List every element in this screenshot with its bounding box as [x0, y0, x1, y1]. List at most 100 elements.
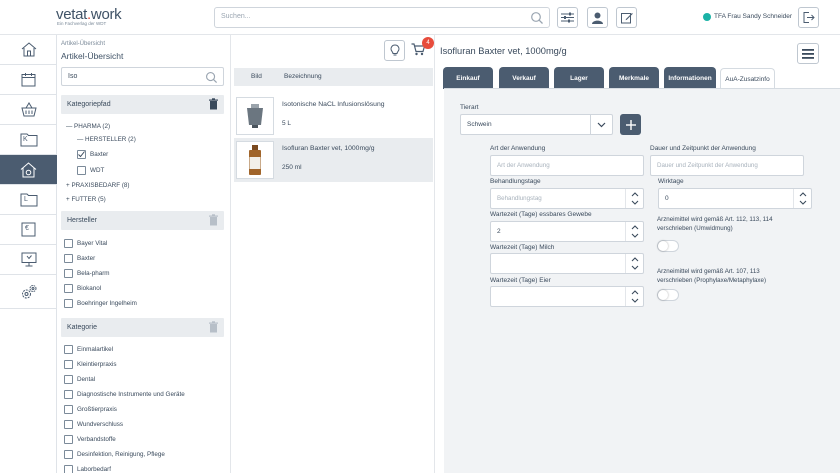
manufacturer-header: Hersteller: [61, 211, 224, 230]
checkbox-category[interactable]: [64, 450, 73, 459]
trash-icon[interactable]: [208, 321, 219, 333]
tab-verkauf[interactable]: Verkauf: [499, 67, 549, 89]
tab-aua-zusatzinfo[interactable]: AuA-Zusatzinfo: [720, 68, 775, 89]
logout-button[interactable]: [798, 7, 819, 28]
checkbox-category[interactable]: [64, 420, 73, 429]
effect-days-spinner[interactable]: [793, 189, 811, 208]
nav-finance[interactable]: €: [0, 215, 57, 245]
search-icon[interactable]: [530, 11, 544, 25]
application-input[interactable]: Art der Anwendung: [490, 155, 644, 176]
category-label: Kategorie: [67, 324, 97, 331]
species-dropdown-toggle[interactable]: [590, 115, 612, 134]
category-header: Kategorie: [61, 318, 224, 337]
article-filter-input[interactable]: Iso: [61, 67, 224, 86]
tab-einkauf[interactable]: Einkauf: [443, 67, 493, 89]
category-item: Verbandstoffe: [77, 436, 116, 443]
checkbox-manufacturer[interactable]: [64, 254, 73, 263]
article-detail-title: Isofluran Baxter vet, 1000mg/g: [440, 46, 567, 56]
checkbox-category[interactable]: [64, 390, 73, 399]
tab-lager[interactable]: Lager: [554, 67, 604, 89]
detail-menu-button[interactable]: [797, 43, 819, 64]
tab-merkmale[interactable]: Merkmale: [609, 67, 659, 89]
checkbox-category[interactable]: [64, 360, 73, 369]
manufacturer-item: Boehringer Ingelheim: [77, 300, 137, 307]
withdrawal-milk-stepper[interactable]: [490, 253, 644, 274]
repurpose-toggle[interactable]: [657, 240, 679, 252]
tab-informationen[interactable]: Informationen: [664, 67, 716, 89]
tree-node-futter[interactable]: + FUTTER (5): [66, 196, 106, 203]
tree-node-hersteller[interactable]: — HERSTELLER (2): [77, 136, 136, 143]
checkbox-category[interactable]: [64, 435, 73, 444]
nav-customers[interactable]: K: [0, 125, 57, 155]
effect-days-stepper[interactable]: 0: [658, 188, 812, 209]
chevron-down-icon[interactable]: [631, 233, 639, 238]
treatment-days-stepper[interactable]: Behandlungstag: [490, 188, 644, 209]
user-name[interactable]: TFA Frau Sandy Schneider: [714, 13, 792, 20]
withdrawal-eggs-spinner[interactable]: [625, 287, 643, 306]
chevron-up-icon[interactable]: [631, 257, 639, 262]
trash-icon[interactable]: [208, 214, 219, 226]
chevron-down-icon[interactable]: [631, 200, 639, 205]
search-icon[interactable]: [205, 71, 218, 84]
checkbox-category[interactable]: [64, 375, 73, 384]
legal-note-repurpose-line2: verschrieben (Umwidmung): [657, 225, 733, 232]
chevron-down-icon[interactable]: [631, 298, 639, 303]
category-item: Kleintierpraxis: [77, 361, 117, 368]
checkbox-category[interactable]: [64, 345, 73, 354]
application-label: Art der Anwendung: [490, 145, 546, 152]
nav-basket[interactable]: [0, 95, 57, 125]
column-name[interactable]: Bezeichnung: [284, 73, 322, 80]
checkbox-manufacturer[interactable]: [64, 284, 73, 293]
nav-customers-letter: K: [23, 136, 28, 143]
logout-icon: [803, 12, 815, 23]
tree-node-praxisbedarf[interactable]: + PRAXISBEDARF (8): [66, 182, 130, 189]
chevron-up-icon[interactable]: [631, 192, 639, 197]
checkbox-category[interactable]: [64, 405, 73, 414]
nav-monitor[interactable]: [0, 245, 57, 275]
checkbox-baxter[interactable]: [77, 150, 86, 159]
checkbox-manufacturer[interactable]: [64, 299, 73, 308]
checkbox-manufacturer[interactable]: [64, 239, 73, 248]
gears-icon: [21, 284, 36, 298]
withdrawal-eggs-stepper[interactable]: [490, 286, 644, 307]
checkbox-category[interactable]: [64, 465, 73, 473]
user-button[interactable]: [587, 7, 608, 28]
column-image[interactable]: Bild: [251, 73, 262, 80]
species-select[interactable]: Schwein: [460, 114, 613, 135]
tree-node-pharma[interactable]: — PHARMA (2): [66, 123, 110, 130]
legal-note-prophylaxis-line2: verschrieben (Prophylaxe/Metaphylaxe): [657, 277, 767, 284]
chevron-up-icon[interactable]: [631, 225, 639, 230]
withdrawal-meat-spinner[interactable]: [625, 222, 643, 241]
chevron-down-icon[interactable]: [631, 265, 639, 270]
nav-suppliers[interactable]: L: [0, 185, 57, 215]
nav-settings[interactable]: [0, 275, 57, 309]
chevron-down-icon[interactable]: [799, 200, 807, 205]
checkbox-manufacturer[interactable]: [64, 269, 73, 278]
add-species-button[interactable]: [620, 114, 641, 135]
chevron-up-icon[interactable]: [631, 290, 639, 295]
trash-icon[interactable]: [208, 98, 219, 110]
hint-button[interactable]: [384, 40, 405, 61]
manufacturer-item: Bayer Vital: [77, 240, 108, 247]
filter-settings-button[interactable]: [557, 7, 578, 28]
nav-articles[interactable]: [0, 155, 57, 185]
breadcrumb[interactable]: Artikel-Übersicht: [61, 41, 105, 47]
nav-calendar[interactable]: [0, 65, 57, 95]
toggle-knob: [658, 241, 668, 251]
edit-button[interactable]: [616, 7, 637, 28]
article-detail-panel: Isofluran Baxter vet, 1000mg/g Einkauf V…: [436, 35, 840, 473]
duration-input[interactable]: Dauer und Zeitpunkt der Anwendung: [650, 155, 804, 176]
prophylaxis-toggle[interactable]: [657, 289, 679, 301]
chevron-up-icon[interactable]: [799, 192, 807, 197]
checkbox-wdt[interactable]: [77, 166, 86, 175]
global-search-input[interactable]: Suchen...: [214, 7, 550, 28]
withdrawal-meat-stepper[interactable]: 2: [490, 221, 644, 242]
table-row[interactable]: Isofluran Baxter vet, 1000mg/g 250 ml: [234, 138, 433, 182]
treatment-days-spinner[interactable]: [625, 189, 643, 208]
hamburger-menu-icon: [802, 48, 814, 59]
nav-home[interactable]: [0, 35, 57, 65]
table-row[interactable]: Isotonische NaCL Infusionslösung 5 L: [234, 94, 433, 138]
product-thumbnail: [236, 141, 274, 179]
tree-label-wdt: WDT: [90, 167, 105, 174]
withdrawal-milk-spinner[interactable]: [625, 254, 643, 273]
